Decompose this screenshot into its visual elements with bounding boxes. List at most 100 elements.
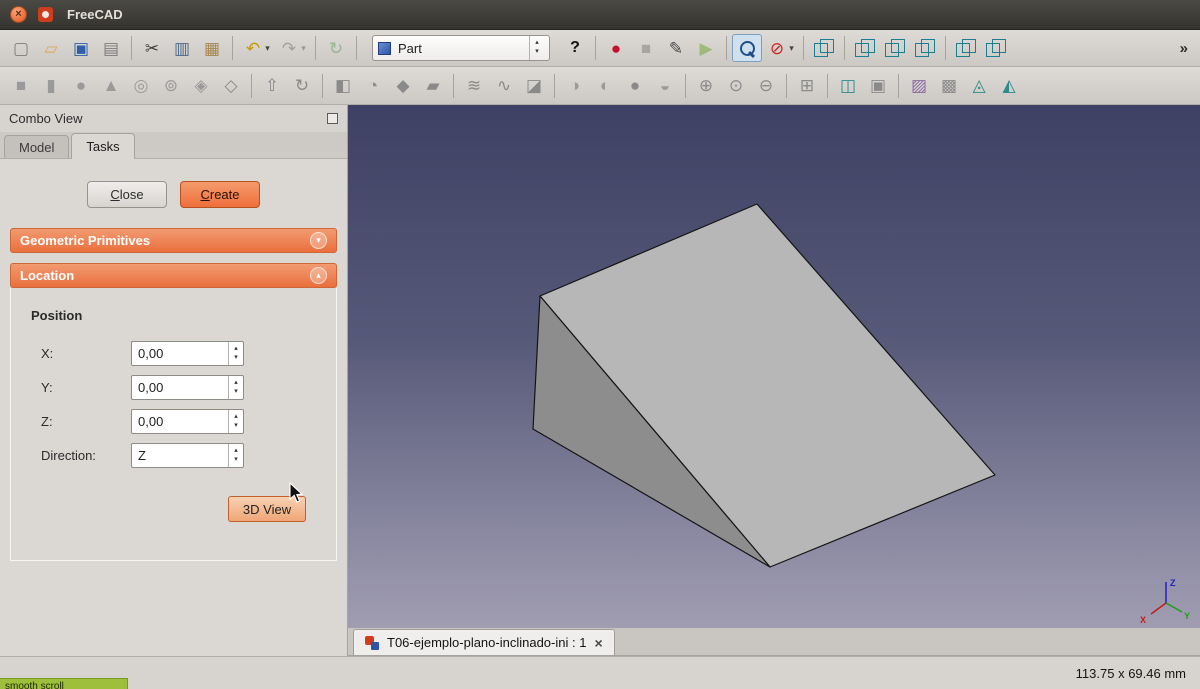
part-defeaturing-icon[interactable]: ◭ [994,72,1024,100]
spinbox-steppers[interactable] [228,410,243,433]
freecad-document-icon [365,636,379,650]
copy-icon[interactable]: ▥ [167,34,197,62]
top-view-icon[interactable] [880,34,910,62]
part-mirror-icon[interactable]: ◧ [328,72,358,100]
macro-stop-icon[interactable]: ■ [631,34,661,62]
direction-select[interactable]: Z [131,443,244,468]
part-primitives-icon[interactable]: ◈ [186,72,216,100]
toolbar-separator [726,36,727,60]
workbench-selector-arrows[interactable] [529,36,544,60]
part-cross-sections-icon[interactable]: ▨ [904,72,934,100]
toolbar-overflow-button[interactable]: » [1180,40,1188,57]
section-location[interactable]: Location ▴ [10,263,337,288]
part-offset-icon[interactable]: ◫ [833,72,863,100]
svg-text:Z: Z [1170,578,1176,588]
part-intersection-icon[interactable]: ◒ [650,72,680,100]
part-shape-builder-icon[interactable]: ◇ [216,72,246,100]
toolbar-separator [232,36,233,60]
value-spinbox[interactable]: 0,00 [131,375,244,400]
task-close-button[interactable]: Close [87,181,167,208]
combo-view-header: Combo View [0,105,347,132]
part-tube-icon[interactable]: ⊚ [156,72,186,100]
part-chamfer-icon[interactable]: ◆ [388,72,418,100]
spinbox-steppers[interactable] [228,342,243,365]
open-file-icon[interactable]: ▱ [36,34,66,62]
axis-indicator-icon: Z Y X [1140,578,1190,625]
3d-viewport[interactable]: Z Y X [348,105,1200,628]
part-fillet-icon[interactable]: ◔ [358,72,388,100]
part-embed-icon[interactable]: ⊙ [721,72,751,100]
combo-view-title: Combo View [9,111,82,126]
part-ruled-surface-icon[interactable]: ▰ [418,72,448,100]
combo-view-tabs: ModelTasks [0,132,347,159]
tab-tasks[interactable]: Tasks [71,133,134,159]
tab-model[interactable]: Model [4,135,69,158]
fit-all-icon[interactable] [732,34,762,62]
part-sphere-icon[interactable]: ● [66,72,96,100]
part-sweep-icon[interactable]: ∿ [489,72,519,100]
close-tab-icon[interactable]: × [594,636,602,650]
part-boolean-icon[interactable]: ◑ [560,72,590,100]
window-close-button[interactable]: × [10,6,27,23]
direction-select-arrows[interactable] [228,444,243,467]
new-document-icon[interactable]: ▢ [6,34,36,62]
part-loft-icon[interactable]: ≋ [459,72,489,100]
task-buttons-row: Close Create [0,181,347,208]
part-compound-icon[interactable]: ⊞ [792,72,822,100]
chevron-down-icon[interactable]: ▾ [310,232,327,249]
3d-view-button[interactable]: 3D View [228,496,306,522]
refresh-icon[interactable]: ↻ [321,34,351,62]
toolbar-separator [898,74,899,98]
combo-view-panel: Combo View ModelTasks Close Create Geome… [0,105,348,656]
part-cone-icon[interactable]: ▲ [96,72,126,100]
float-panel-icon[interactable] [327,113,338,124]
macro-play-icon[interactable]: ▶ [691,34,721,62]
undo-dropdown-icon[interactable]: ▾ [261,34,274,62]
draw-style-dropdown-icon[interactable]: ▾ [785,34,798,62]
direction-value: Z [132,444,228,467]
save-icon[interactable]: ▣ [66,34,96,62]
part-revolve-icon[interactable]: ↻ [287,72,317,100]
part-cylinder-icon[interactable]: ▮ [36,72,66,100]
axonometric-view-icon[interactable] [809,34,839,62]
workbench-selector[interactable]: Part [372,35,550,61]
paste-icon[interactable]: ▦ [197,34,227,62]
toolbar-separator [945,36,946,60]
chevron-up-icon[interactable]: ▴ [310,267,327,284]
part-cutout-icon[interactable]: ⊖ [751,72,781,100]
part-extrude-icon[interactable]: ⇧ [257,72,287,100]
redo-dropdown-icon[interactable]: ▾ [297,34,310,62]
toolbar-separator [131,36,132,60]
part-refine-shape-icon[interactable]: ◬ [964,72,994,100]
toolbar-separator [827,74,828,98]
cut-icon[interactable]: ✂ [137,34,167,62]
part-box-icon[interactable]: ■ [6,72,36,100]
position-z-field: Z: 0,00 [25,409,322,434]
part-measure-icon[interactable]: ▩ [934,72,964,100]
svg-text:X: X [1140,615,1146,625]
task-create-button[interactable]: Create [180,181,260,208]
front-view-icon[interactable] [850,34,880,62]
spinbox-steppers[interactable] [228,376,243,399]
right-view-icon[interactable] [910,34,940,62]
part-connect-icon[interactable]: ⊕ [691,72,721,100]
toolbar-separator [315,36,316,60]
position-label: Position [31,308,322,323]
document-tab[interactable]: T06-ejemplo-plano-inclinado-ini : 1 × [353,629,615,655]
part-toolbar-group: ■▮●▲◎⊚◈◇⇧↻◧◔◆▰≋∿◪◑◐●◒⊕⊙⊖⊞◫▣▨▩◬◭ [6,72,1024,100]
whats-this-icon[interactable]: ? [560,34,590,62]
section-geometric-primitives[interactable]: Geometric Primitives ▾ [10,228,337,253]
part-cut-icon[interactable]: ◐ [590,72,620,100]
window-title: FreeCAD [67,7,123,22]
part-torus-icon[interactable]: ◎ [126,72,156,100]
part-thickness-icon[interactable]: ▣ [863,72,893,100]
macro-edit-icon[interactable]: ✎ [661,34,691,62]
bottom-view-icon[interactable] [981,34,1011,62]
part-union-icon[interactable]: ● [620,72,650,100]
value-spinbox[interactable]: 0,00 [131,341,244,366]
print-icon[interactable]: ▤ [96,34,126,62]
rear-view-icon[interactable] [951,34,981,62]
value-spinbox[interactable]: 0,00 [131,409,244,434]
part-section-icon[interactable]: ◪ [519,72,549,100]
macro-record-icon[interactable]: ● [601,34,631,62]
